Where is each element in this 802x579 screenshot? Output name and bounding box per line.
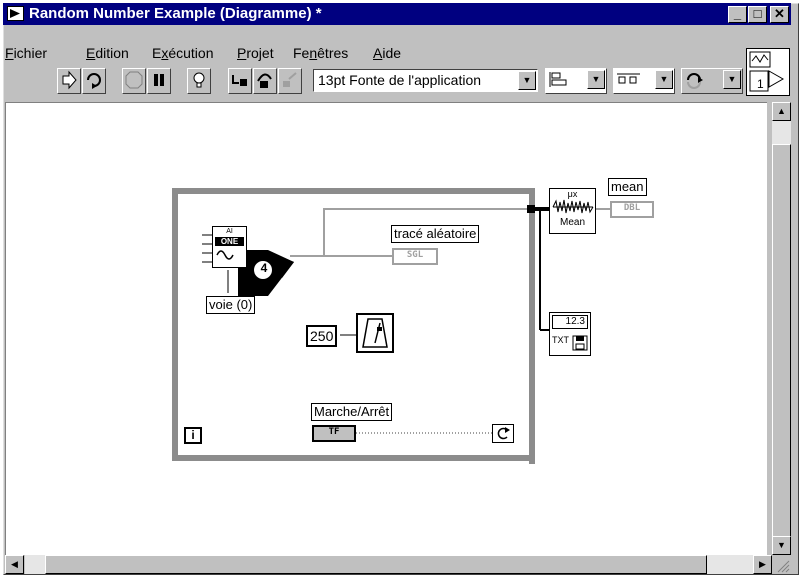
scroll-up-icon[interactable]: ▲ (772, 102, 791, 121)
resize-grip-icon[interactable] (772, 555, 791, 574)
horizontal-scroll-thumb[interactable] (45, 555, 707, 574)
scroll-down-icon[interactable]: ▼ (772, 536, 791, 555)
mean-vi-label: Mean (559, 217, 585, 228)
vertical-scroll-thumb[interactable] (772, 144, 791, 539)
wait-constant[interactable]: 250 (306, 325, 338, 347)
mean-indicator-terminal[interactable]: DBL (610, 201, 654, 218)
vertical-scrollbar[interactable]: ▲ ▼ (772, 102, 791, 555)
trace-indicator-label[interactable]: tracé aléatoire (391, 225, 480, 243)
write-to-file-vi-node[interactable]: 12.3 TXT (549, 312, 591, 356)
floppy-disk-icon (572, 335, 588, 351)
mean-vi-node[interactable]: μx Mean (549, 188, 596, 234)
stop-control-terminal[interactable]: TF (312, 425, 356, 442)
loop-condition-icon (497, 427, 510, 440)
noisy-signal-icon (552, 199, 593, 214)
ai-node-terminals (202, 234, 212, 263)
diagram-wires (172, 188, 610, 464)
loop-condition-terminal[interactable] (492, 424, 514, 443)
metronome-icon (362, 318, 388, 348)
callout-number: 4 (260, 261, 268, 275)
file-vi-number: 12.3 (552, 315, 588, 329)
channel-label[interactable]: voie (0) (206, 296, 256, 314)
horizontal-scrollbar[interactable]: ◀ ▶ (5, 555, 772, 574)
scroll-left-icon[interactable]: ◀ (5, 555, 24, 574)
wait-ms-node[interactable] (356, 313, 394, 353)
ai-sample-channel-node[interactable]: AI ONE (212, 226, 247, 268)
mean-vi-mu: μx (567, 189, 578, 199)
ai-node-header: AI (226, 228, 233, 235)
mean-indicator-label[interactable]: mean (608, 178, 647, 196)
ai-node-one: ONE (215, 237, 244, 246)
scroll-right-icon[interactable]: ▶ (753, 555, 772, 574)
stop-control-label[interactable]: Marche/Arrêt (311, 403, 393, 421)
sine-wave-icon (215, 250, 234, 260)
loop-iteration-terminal[interactable]: i (184, 427, 202, 444)
trace-indicator-terminal[interactable]: SGL (392, 248, 438, 265)
